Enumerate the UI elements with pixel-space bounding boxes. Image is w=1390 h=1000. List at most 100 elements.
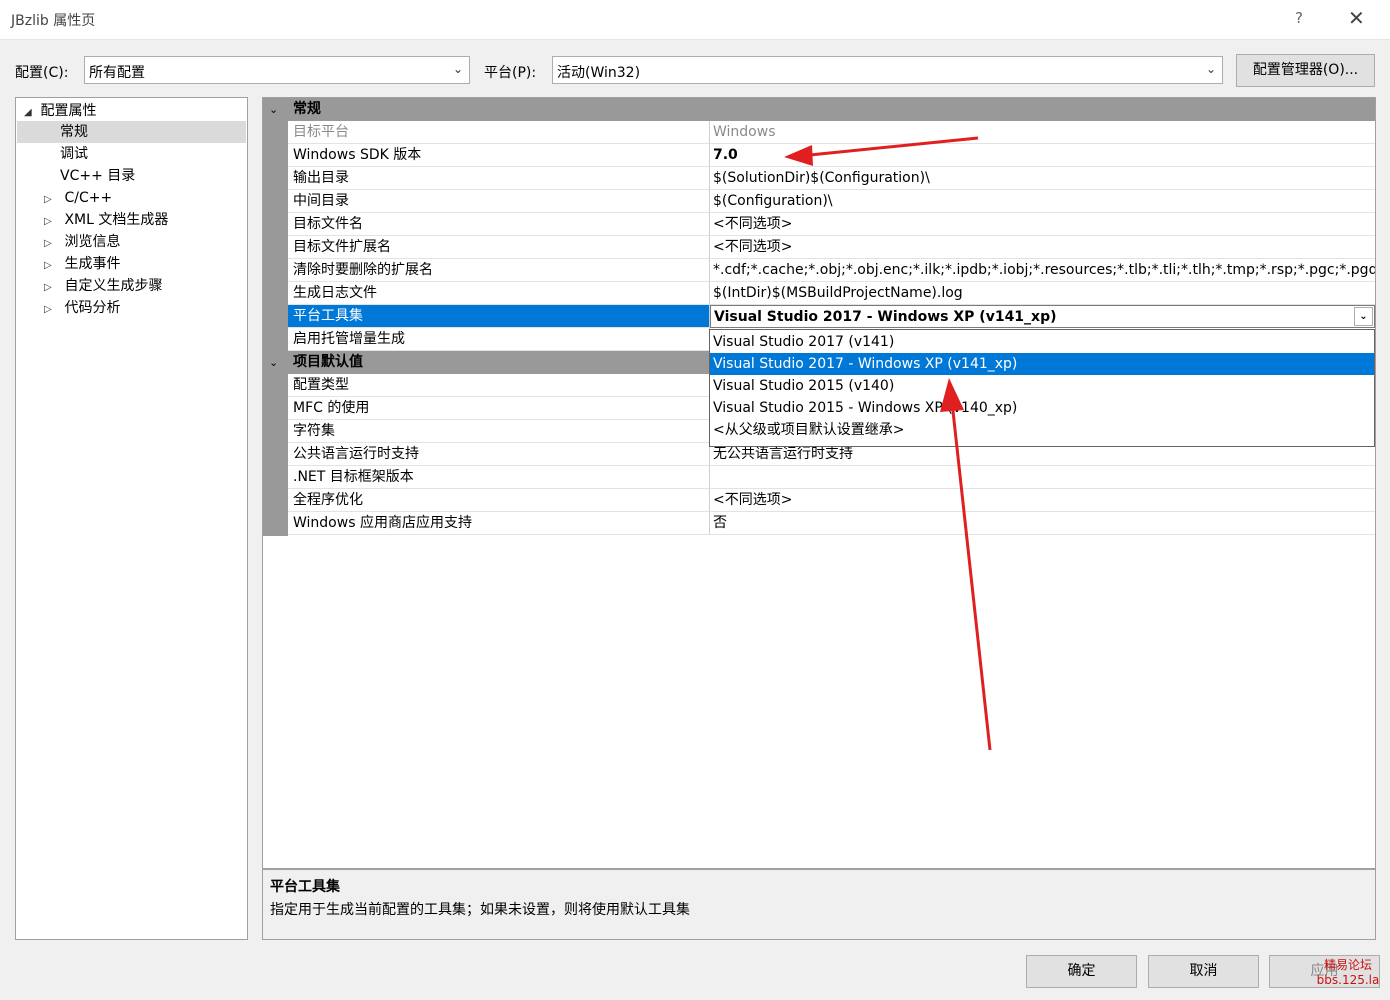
property-name: 目标文件扩展名 [288,236,710,259]
property-value[interactable]: *.cdf;*.cache;*.obj;*.obj.enc;*.ilk;*.ip… [710,259,1375,282]
property-row-target-name[interactable]: 目标文件名 <不同选项> [288,213,1375,236]
description-panel: 平台工具集 指定用于生成当前配置的工具集；如果未设置，则将使用默认工具集 [262,869,1376,940]
collapsed-triangle-icon[interactable]: ▷ [44,189,56,211]
tree-item-c-cpp[interactable]: ▷ C/C++ [44,187,112,209]
toolset-option-highlighted[interactable]: Visual Studio 2017 - Windows XP (v141_xp… [710,353,1374,375]
tree-item-label: 代码分析 [64,300,121,316]
tree-item-label: 浏览信息 [64,234,121,250]
tree-item-debugging[interactable]: 调试 [60,143,88,165]
window-title: JBzlib 属性页 [11,13,96,29]
property-value[interactable]: 否 [710,512,1375,535]
property-value[interactable]: $(SolutionDir)$(Configuration)\ [710,167,1375,190]
property-name: 目标平台 [288,121,710,144]
chevron-down-icon[interactable]: ⌄ [269,351,278,374]
tree-item-label: 自定义生成步骤 [64,278,163,294]
chevron-down-icon: ⌄ [1205,62,1216,76]
platform-select[interactable]: 活动(Win32) ⌄ [552,56,1223,84]
property-row-dotnet-framework[interactable]: .NET 目标框架版本 [288,466,1375,489]
property-value[interactable]: Visual Studio 2017 - Windows XP (v141_xp… [710,305,1375,328]
platform-select-value: 活动(Win32) [557,65,641,81]
property-value[interactable]: <不同选项> [710,236,1375,259]
property-row-platform-toolset[interactable]: 平台工具集 Visual Studio 2017 - Windows XP (v… [288,305,1375,328]
property-name: 启用托管增量生成 [288,328,710,351]
property-value[interactable] [710,466,1375,489]
property-row-store-app-support[interactable]: Windows 应用商店应用支持 否 [288,512,1375,535]
tree-item-build-events[interactable]: ▷ 生成事件 [44,253,120,275]
config-label: 配置(C): [15,65,69,81]
property-name: 字符集 [288,420,710,443]
tree-item-label: 调试 [60,146,88,162]
collapsed-triangle-icon[interactable]: ▷ [44,233,56,255]
tree-item-custom-build-step[interactable]: ▷ 自定义生成步骤 [44,275,162,297]
category-title: 常规 [293,101,321,117]
property-value[interactable]: <不同选项> [710,213,1375,236]
property-row-whole-program-opt[interactable]: 全程序优化 <不同选项> [288,489,1375,512]
close-icon[interactable]: ✕ [1348,6,1365,30]
config-manager-button[interactable]: 配置管理器(O)... [1236,54,1375,87]
config-select-value: 所有配置 [89,65,145,81]
tree-item-general[interactable]: 常规 [17,121,246,143]
chevron-down-icon[interactable]: ⌄ [1354,307,1373,326]
toolset-option[interactable]: Visual Studio 2015 (v140) [710,375,1374,397]
property-row-build-log[interactable]: 生成日志文件 $(IntDir)$(MSBuildProjectName).lo… [288,282,1375,305]
chevron-down-icon[interactable]: ⌄ [269,98,278,121]
tree-item-label: VC++ 目录 [60,168,136,184]
tree-item-xml-doc-generator[interactable]: ▷ XML 文档生成器 [44,209,168,231]
property-row-intermediate-dir[interactable]: 中间目录 $(Configuration)\ [288,190,1375,213]
platform-label: 平台(P): [484,65,537,81]
help-icon[interactable]: ? [1295,9,1303,27]
property-name: 公共语言运行时支持 [288,443,710,466]
property-tree: ◢ 配置属性 常规 调试 VC++ 目录 ▷ C/C++ ▷ XML 文档生成器… [15,97,248,940]
property-name: Windows 应用商店应用支持 [288,512,710,535]
toolset-dropdown-list: Visual Studio 2017 (v141) Visual Studio … [709,329,1375,447]
category-general[interactable]: ⌄ 常规 [263,98,1375,121]
property-name: 配置类型 [288,374,710,397]
tree-item-code-analysis[interactable]: ▷ 代码分析 [44,297,120,319]
description-text: 指定用于生成当前配置的工具集；如果未设置，则将使用默认工具集 [270,902,690,918]
property-name: 平台工具集 [288,305,710,328]
property-name: 生成日志文件 [288,282,710,305]
property-value[interactable]: $(Configuration)\ [710,190,1375,213]
tree-item-label: 配置属性 [40,103,97,119]
tree-item-vc-directories[interactable]: VC++ 目录 [60,165,135,187]
tree-root-config-properties[interactable]: ◢ 配置属性 [24,100,96,122]
property-value[interactable]: <不同选项> [710,489,1375,512]
property-row-target-ext[interactable]: 目标文件扩展名 <不同选项> [288,236,1375,259]
property-name: 中间目录 [288,190,710,213]
grid-gutter [263,98,288,536]
forum-watermark: 精易论坛 bbs.125.la [1316,958,1380,992]
property-value: Windows [710,121,1375,144]
toolset-option[interactable]: Visual Studio 2017 (v141) [710,331,1374,353]
tree-item-label: C/C++ [64,190,113,206]
collapsed-triangle-icon[interactable]: ▷ [44,277,56,299]
property-value[interactable]: $(IntDir)$(MSBuildProjectName).log [710,282,1375,305]
property-row-clean-ext[interactable]: 清除时要删除的扩展名 *.cdf;*.cache;*.obj;*.obj.enc… [288,259,1375,282]
tree-item-browse-info[interactable]: ▷ 浏览信息 [44,231,120,253]
chevron-down-icon: ⌄ [452,62,463,76]
collapsed-triangle-icon[interactable]: ▷ [44,255,56,277]
tree-item-label: XML 文档生成器 [64,212,169,228]
description-title: 平台工具集 [270,879,340,895]
category-title: 项目默认值 [293,354,363,370]
property-name: .NET 目标框架版本 [288,466,710,489]
toolset-option[interactable]: Visual Studio 2015 - Windows XP (v140_xp… [710,397,1374,419]
tree-item-label: 生成事件 [64,256,121,272]
property-name: 清除时要删除的扩展名 [288,259,710,282]
property-row-output-dir[interactable]: 输出目录 $(SolutionDir)$(Configuration)\ [288,167,1375,190]
tree-item-label: 常规 [60,124,88,140]
ok-button[interactable]: 确定 [1026,955,1137,988]
property-row-sdk-version[interactable]: Windows SDK 版本 7.0 [288,144,1375,167]
toolset-current-value: Visual Studio 2017 - Windows XP (v141_xp… [714,309,1057,325]
collapsed-triangle-icon[interactable]: ▷ [44,211,56,233]
collapsed-triangle-icon[interactable]: ▷ [44,299,56,321]
toolset-option[interactable]: <从父级或项目默认设置继承> [710,419,1374,441]
config-select[interactable]: 所有配置 ⌄ [84,56,470,84]
title-bar: JBzlib 属性页 ? ✕ [0,0,1390,40]
property-name: 目标文件名 [288,213,710,236]
watermark-line1: 精易论坛 [1323,958,1372,972]
cancel-button[interactable]: 取消 [1148,955,1259,988]
property-row-target-platform[interactable]: 目标平台 Windows [288,121,1375,144]
property-name: 输出目录 [288,167,710,190]
property-value[interactable]: 7.0 [710,144,1375,167]
property-grid: ⌄ 常规 目标平台 Windows Windows SDK 版本 7.0 输出目… [262,97,1376,869]
